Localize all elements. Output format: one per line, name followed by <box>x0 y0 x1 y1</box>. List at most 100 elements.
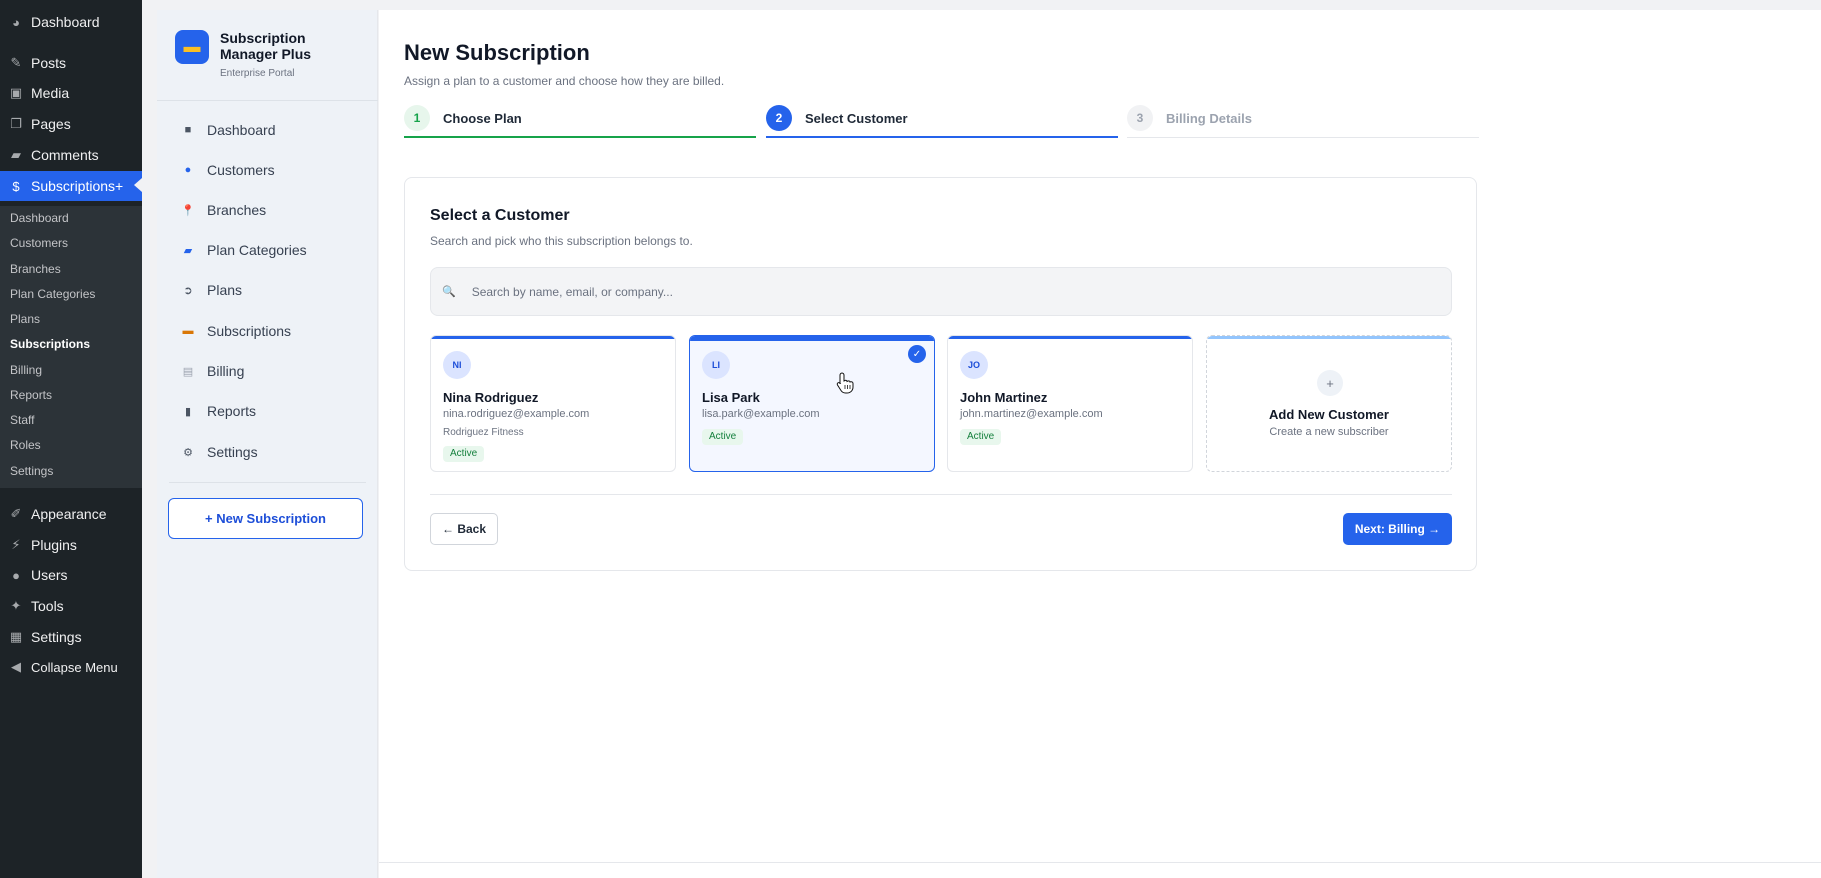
wp-menu-posts[interactable]: ✎ Posts <box>0 49 142 77</box>
nav-label: Dashboard <box>207 122 276 138</box>
page-subtitle: Assign a plan to a customer and choose h… <box>404 74 725 88</box>
customer-name: Nina Rodriguez <box>443 390 539 405</box>
add-new-customer-card[interactable]: + Add New Customer Create a new subscrib… <box>1206 335 1452 472</box>
nav-branches[interactable]: 📍 Branches <box>181 199 266 221</box>
wp-menu-settings[interactable]: ▦ Settings <box>0 623 142 651</box>
wp-menu-subscriptions[interactable]: $ Subscriptions+ <box>0 171 142 201</box>
step-select-customer[interactable]: 2 Select Customer <box>766 98 1118 138</box>
card-subtitle: Search and pick who this subscription be… <box>430 234 693 248</box>
plus-icon: + <box>1317 370 1343 396</box>
nav-reports[interactable]: ▮ Reports <box>181 400 256 422</box>
step-label: Select Customer <box>805 111 908 126</box>
nav-plans[interactable]: ➲ Plans <box>181 279 242 301</box>
customer-email: john.martinez@example.com <box>960 408 1103 420</box>
nav-subscriptions[interactable]: ▬ Subscriptions <box>181 320 292 342</box>
step-progress-bar <box>404 136 756 138</box>
nav-label: Billing <box>207 363 245 379</box>
gear-icon: ⚙ <box>183 446 193 459</box>
customer-name: Lisa Park <box>702 390 760 405</box>
footer-divider <box>379 862 1821 863</box>
nav-label: Plans <box>207 282 243 298</box>
dollar-icon: $ <box>12 178 20 194</box>
wp-menu-label: Subscriptions+ <box>31 178 124 194</box>
brush-icon: ✐ <box>10 506 22 521</box>
next-billing-button[interactable]: Next: Billing → <box>1343 513 1452 545</box>
add-customer-title: Add New Customer <box>1269 407 1389 422</box>
nav-label: Reports <box>207 403 257 419</box>
grid-icon: ■ <box>184 124 192 136</box>
wp-submenu-plan-categories[interactable]: Plan Categories <box>10 284 95 304</box>
brand-tagline: Enterprise Portal <box>220 68 295 79</box>
nav-settings[interactable]: ⚙ Settings <box>181 441 258 463</box>
user-icon: ● <box>12 567 20 583</box>
tag-icon: ➲ <box>183 284 193 297</box>
wp-submenu-dashboard[interactable]: Dashboard <box>10 208 69 228</box>
brand-name: Subscription Manager Plus <box>220 30 312 62</box>
step-billing-details: 3 Billing Details <box>1127 98 1479 138</box>
location-pin-icon: 📍 <box>181 204 195 217</box>
wp-menu-collapse[interactable]: ◀ Collapse Menu <box>0 653 142 681</box>
customer-card-lisa-park[interactable]: ✓ LI Lisa Park lisa.park@example.com Act… <box>689 335 935 472</box>
new-subscription-button[interactable]: + New Subscription <box>168 498 363 539</box>
wp-menu-label: Appearance <box>31 506 107 522</box>
card-accent-bar <box>1207 336 1451 339</box>
check-icon: ✓ <box>908 345 926 363</box>
brand: ▬ Subscription Manager Plus Enterprise P… <box>175 30 320 79</box>
wp-menu-pages[interactable]: ❐ Pages <box>0 110 142 138</box>
nav-dashboard[interactable]: ■ Dashboard <box>181 119 276 141</box>
pin-icon: ✎ <box>10 55 22 70</box>
wp-menu-label: Comments <box>31 147 99 163</box>
credit-card-icon: ▬ <box>182 325 194 337</box>
receipt-icon: ▤ <box>182 365 194 378</box>
customer-card-john-martinez[interactable]: JO John Martinez john.martinez@example.c… <box>947 335 1193 472</box>
wp-menu-comments[interactable]: ▰ Comments <box>0 141 142 169</box>
step-number: 2 <box>766 105 792 131</box>
media-icon: ▣ <box>9 85 23 100</box>
wp-menu-label: Tools <box>31 598 64 614</box>
wp-submenu-settings[interactable]: Settings <box>10 461 53 481</box>
settings-icon: ▦ <box>9 629 23 644</box>
wp-menu-tools[interactable]: ✦ Tools <box>0 592 142 620</box>
card-accent-bar <box>948 336 1192 339</box>
wp-submenu-subscriptions[interactable]: Subscriptions <box>10 334 90 354</box>
avatar: LI <box>702 351 730 379</box>
divider <box>169 482 366 483</box>
step-choose-plan[interactable]: 1 Choose Plan <box>404 98 756 138</box>
wp-admin-sidebar: ◕ Dashboard ✎ Posts ▣ Media ❐ Pages ▰ Comment… <box>0 0 142 878</box>
search-box[interactable]: 🔍 <box>430 267 1452 316</box>
wp-submenu-billing[interactable]: Billing <box>10 360 42 380</box>
divider <box>157 100 378 101</box>
wp-menu-label: Pages <box>31 116 71 132</box>
wp-submenu-reports[interactable]: Reports <box>10 385 52 405</box>
back-button[interactable]: ← Back <box>430 513 498 545</box>
step-number: 3 <box>1127 105 1153 131</box>
main-content: New Subscription Assign a plan to a cust… <box>379 10 1821 878</box>
wp-submenu-roles[interactable]: Roles <box>10 435 41 455</box>
wp-menu-appearance[interactable]: ✐ Appearance <box>0 500 142 528</box>
nav-customers[interactable]: ● Customers <box>181 159 275 181</box>
nav-label: Settings <box>207 444 258 460</box>
wp-menu-plugins[interactable]: ⚡ Plugins <box>0 531 142 559</box>
nav-billing[interactable]: ▤ Billing <box>181 360 245 382</box>
wp-submenu-branches[interactable]: Branches <box>10 259 61 279</box>
nav-label: Branches <box>207 202 267 218</box>
customer-card-nina-rodriguez[interactable]: NI Nina Rodriguez nina.rodriguez@example… <box>430 335 676 472</box>
search-input[interactable] <box>471 284 1372 299</box>
collapse-icon: ◀ <box>11 659 21 674</box>
hand-cursor-icon <box>836 372 854 394</box>
wp-menu-media[interactable]: ▣ Media <box>0 79 142 107</box>
nav-plan-categories[interactable]: ▰ Plan Categories <box>181 239 307 261</box>
customer-name: John Martinez <box>960 390 1048 405</box>
step-progress-bar <box>766 136 1118 138</box>
divider <box>430 494 1452 495</box>
wrench-icon: ✦ <box>10 598 22 613</box>
page-title: New Subscription <box>404 40 590 65</box>
wp-submenu-customers[interactable]: Customers <box>10 233 68 253</box>
wp-submenu-staff[interactable]: Staff <box>10 410 34 430</box>
wp-menu-label: Settings <box>31 629 82 645</box>
wp-menu-label: Dashboard <box>31 14 100 30</box>
wp-submenu-plans[interactable]: Plans <box>10 309 40 329</box>
wp-menu-users[interactable]: ● Users <box>0 561 142 589</box>
avatar: JO <box>960 351 988 379</box>
wp-menu-dashboard[interactable]: ◕ Dashboard <box>0 8 142 36</box>
